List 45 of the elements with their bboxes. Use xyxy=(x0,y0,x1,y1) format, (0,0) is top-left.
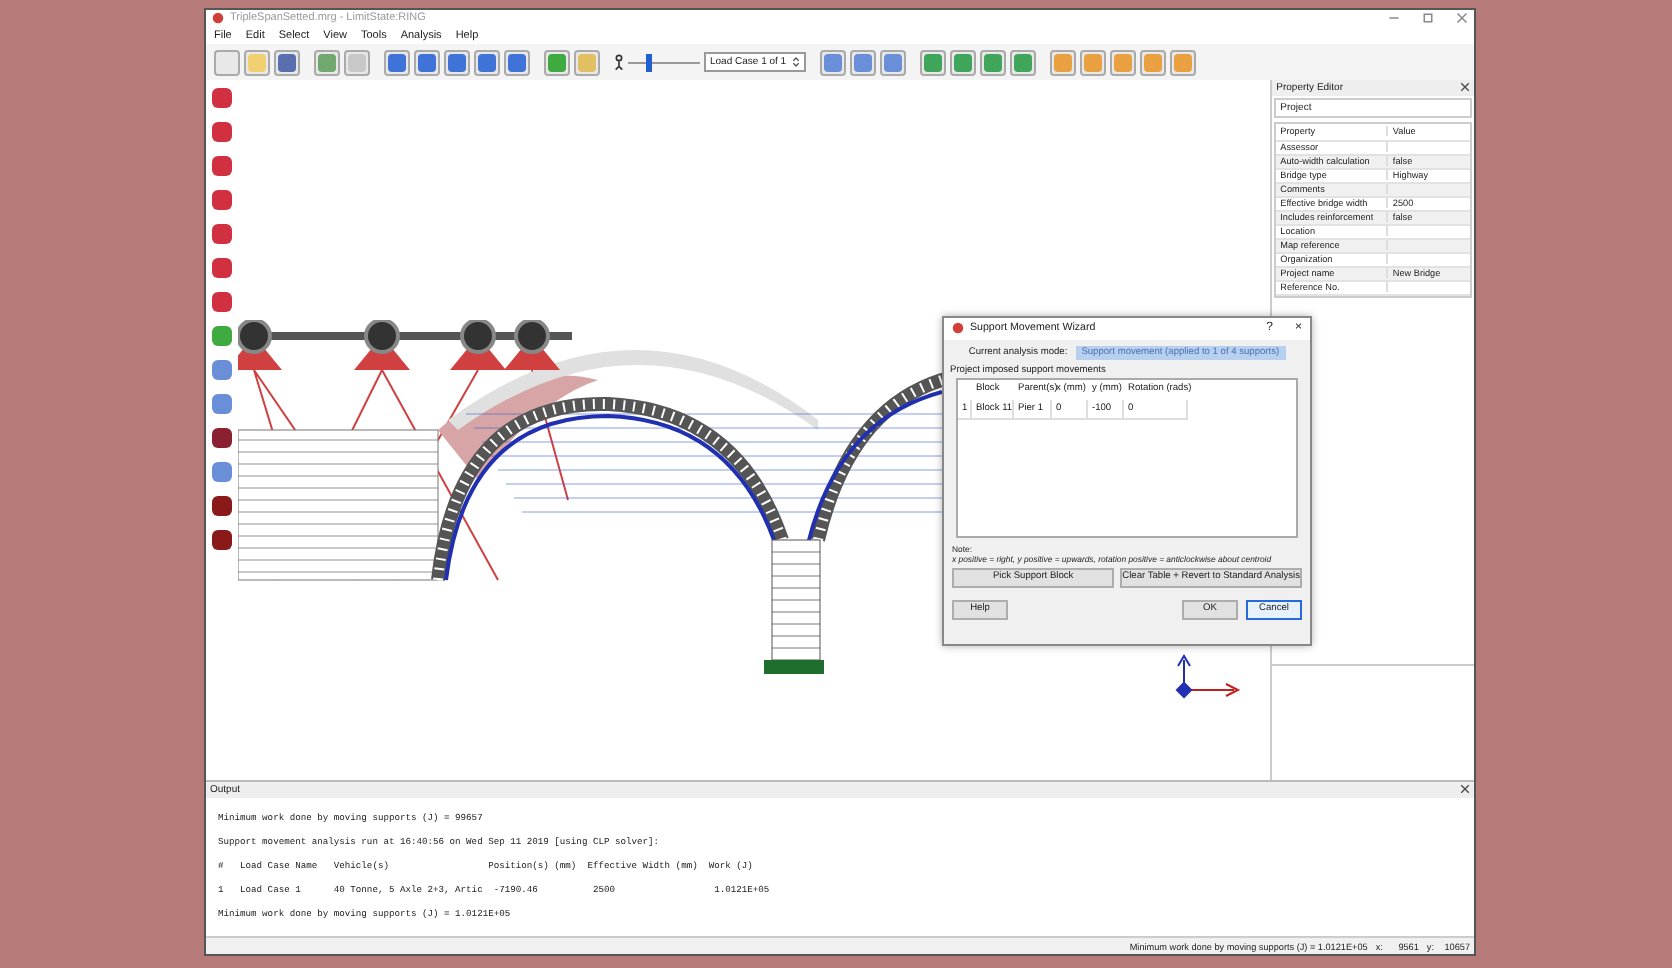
toolbar-button[interactable] xyxy=(1080,49,1107,76)
toolbar-button[interactable] xyxy=(1110,49,1137,76)
toolbar-button[interactable] xyxy=(880,49,907,76)
toolbar-button[interactable] xyxy=(414,49,440,76)
tool-button[interactable] xyxy=(208,525,235,554)
tool-button[interactable] xyxy=(208,185,235,214)
toolbar-button[interactable] xyxy=(314,49,340,76)
toolbar-button[interactable] xyxy=(1010,49,1037,76)
tool-button[interactable] xyxy=(208,423,235,452)
tool-button[interactable] xyxy=(208,151,235,180)
toolbar-button[interactable] xyxy=(504,49,530,76)
toolbar-button[interactable] xyxy=(1140,49,1167,76)
toolbar-button[interactable] xyxy=(1050,49,1077,76)
close-icon[interactable] xyxy=(1460,82,1470,93)
toolbar-button[interactable] xyxy=(950,49,977,76)
toolbar-button[interactable] xyxy=(980,49,1007,76)
toolbar-button[interactable] xyxy=(544,49,570,76)
close-icon[interactable] xyxy=(1460,784,1470,795)
tool-button[interactable] xyxy=(208,219,235,248)
tool-button[interactable] xyxy=(208,287,235,316)
toolbar-button[interactable] xyxy=(244,49,270,76)
toolbar-button[interactable] xyxy=(850,49,877,76)
minimize-icon[interactable] xyxy=(1388,12,1400,25)
tool-button[interactable] xyxy=(208,253,235,282)
zoom-slider[interactable] xyxy=(628,53,700,72)
toolbar-button[interactable] xyxy=(574,49,600,76)
axes-icon xyxy=(1173,651,1242,700)
app-logo-icon xyxy=(212,12,224,25)
app-logo-icon xyxy=(952,322,964,335)
toolbar-button[interactable] xyxy=(214,49,240,76)
spinner-arrows-icon[interactable] xyxy=(792,56,801,69)
toolbar-button[interactable] xyxy=(1170,49,1197,76)
toolbar-button[interactable] xyxy=(820,49,847,76)
toolbar-button[interactable] xyxy=(474,49,500,76)
tool-button[interactable] xyxy=(208,83,235,112)
toolbar-button[interactable] xyxy=(444,49,470,76)
figure-icon xyxy=(614,53,624,72)
toolbar-button[interactable] xyxy=(344,49,370,76)
tool-button[interactable] xyxy=(208,117,235,146)
toolbar-button[interactable] xyxy=(274,49,300,76)
toolbar-button[interactable] xyxy=(920,49,947,76)
maximize-icon[interactable] xyxy=(1422,12,1434,25)
tool-button[interactable] xyxy=(208,491,235,520)
toolbar-button[interactable] xyxy=(384,49,410,76)
close-icon[interactable] xyxy=(1456,12,1468,25)
